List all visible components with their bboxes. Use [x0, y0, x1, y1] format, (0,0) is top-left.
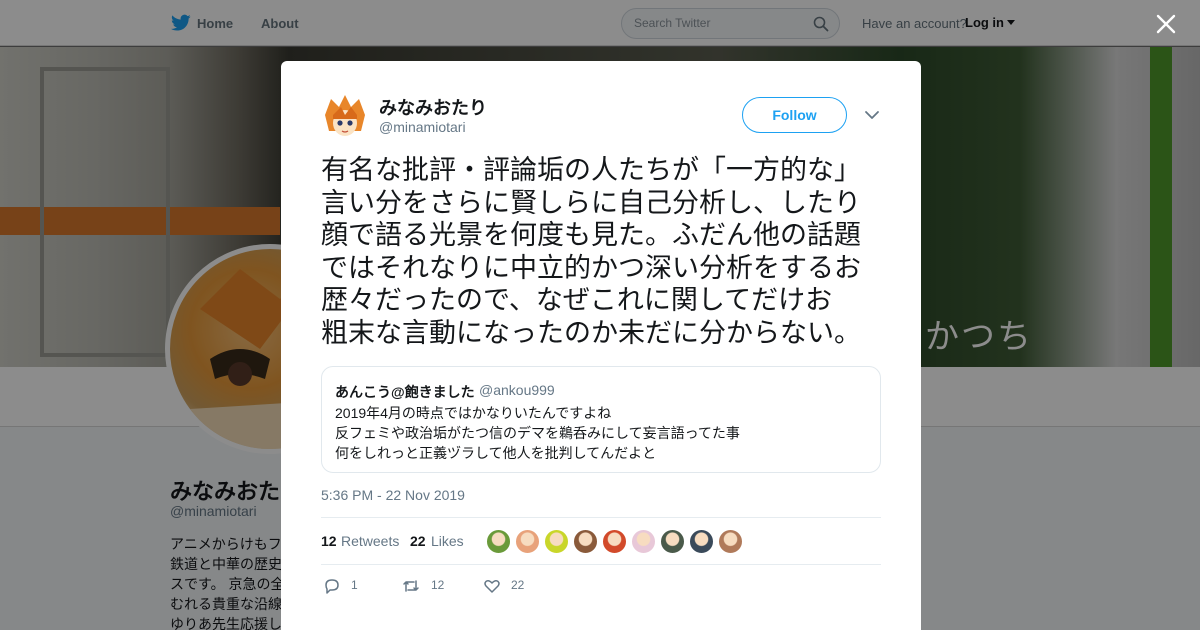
chevron-down-icon[interactable] [864, 109, 880, 121]
retweet-action-count: 12 [431, 578, 445, 592]
tweet-author-avatar[interactable] [321, 93, 369, 141]
follow-button[interactable]: Follow [742, 97, 847, 133]
liker-avatar[interactable] [718, 529, 743, 554]
liker-avatar[interactable] [573, 529, 598, 554]
like-action-count: 22 [511, 578, 525, 592]
tweet-text: 有名な批評・評論垢の人たちが「一方的な」 言い分をさらに賢しらに自己分析し、した… [321, 155, 861, 349]
liker-avatar[interactable] [660, 529, 685, 554]
tweet-timestamp[interactable]: 5:36 PM - 22 Nov 2019 [321, 487, 465, 503]
liker-avatar[interactable] [515, 529, 540, 554]
author-avatar-art [321, 93, 369, 141]
liker-avatar[interactable] [486, 529, 511, 554]
tweet-stats: 12 Retweets 22 Likes [321, 517, 881, 565]
quoted-tweet[interactable]: あんこう@飽きました @ankou999 2019年4月の時点ではかなりいたんで… [321, 366, 881, 473]
quoted-tweet-text-line: 2019年4月の時点ではかなりいたんですよね [335, 405, 612, 421]
liker-avatar[interactable] [631, 529, 656, 554]
liker-avatar[interactable] [689, 529, 714, 554]
reply-icon[interactable] [323, 577, 341, 595]
reply-count: 1 [351, 578, 358, 592]
tweet-actions: 1 12 22 [321, 573, 881, 597]
quoted-tweet-text-line: 反フェミや政治垢がたつ信のデマを鵜呑みにして妄言語ってた事 [335, 425, 740, 441]
retweet-icon[interactable] [402, 577, 420, 595]
tweet-modal: みなみおたり @minamiotari Follow 有名な批評・評論垢の人たち… [281, 61, 921, 630]
likes-label[interactable]: Likes [431, 533, 464, 549]
quoted-tweet-author-name: あんこう@飽きました [335, 384, 475, 400]
tweet-author-name[interactable]: みなみおたり [379, 94, 487, 120]
retweets-label[interactable]: Retweets [341, 533, 399, 549]
quoted-tweet-text-line: 何をしれっと正義ヅラして他人を批判してんだよと [335, 445, 657, 461]
quoted-tweet-author-handle: @ankou999 [479, 382, 555, 398]
liker-avatar[interactable] [602, 529, 627, 554]
close-icon[interactable] [1154, 12, 1178, 36]
tweet-author-handle[interactable]: @minamiotari [379, 119, 466, 135]
like-count[interactable]: 22 [410, 533, 426, 549]
heart-icon[interactable] [483, 577, 501, 595]
liker-avatar[interactable] [544, 529, 569, 554]
retweet-count[interactable]: 12 [321, 533, 337, 549]
